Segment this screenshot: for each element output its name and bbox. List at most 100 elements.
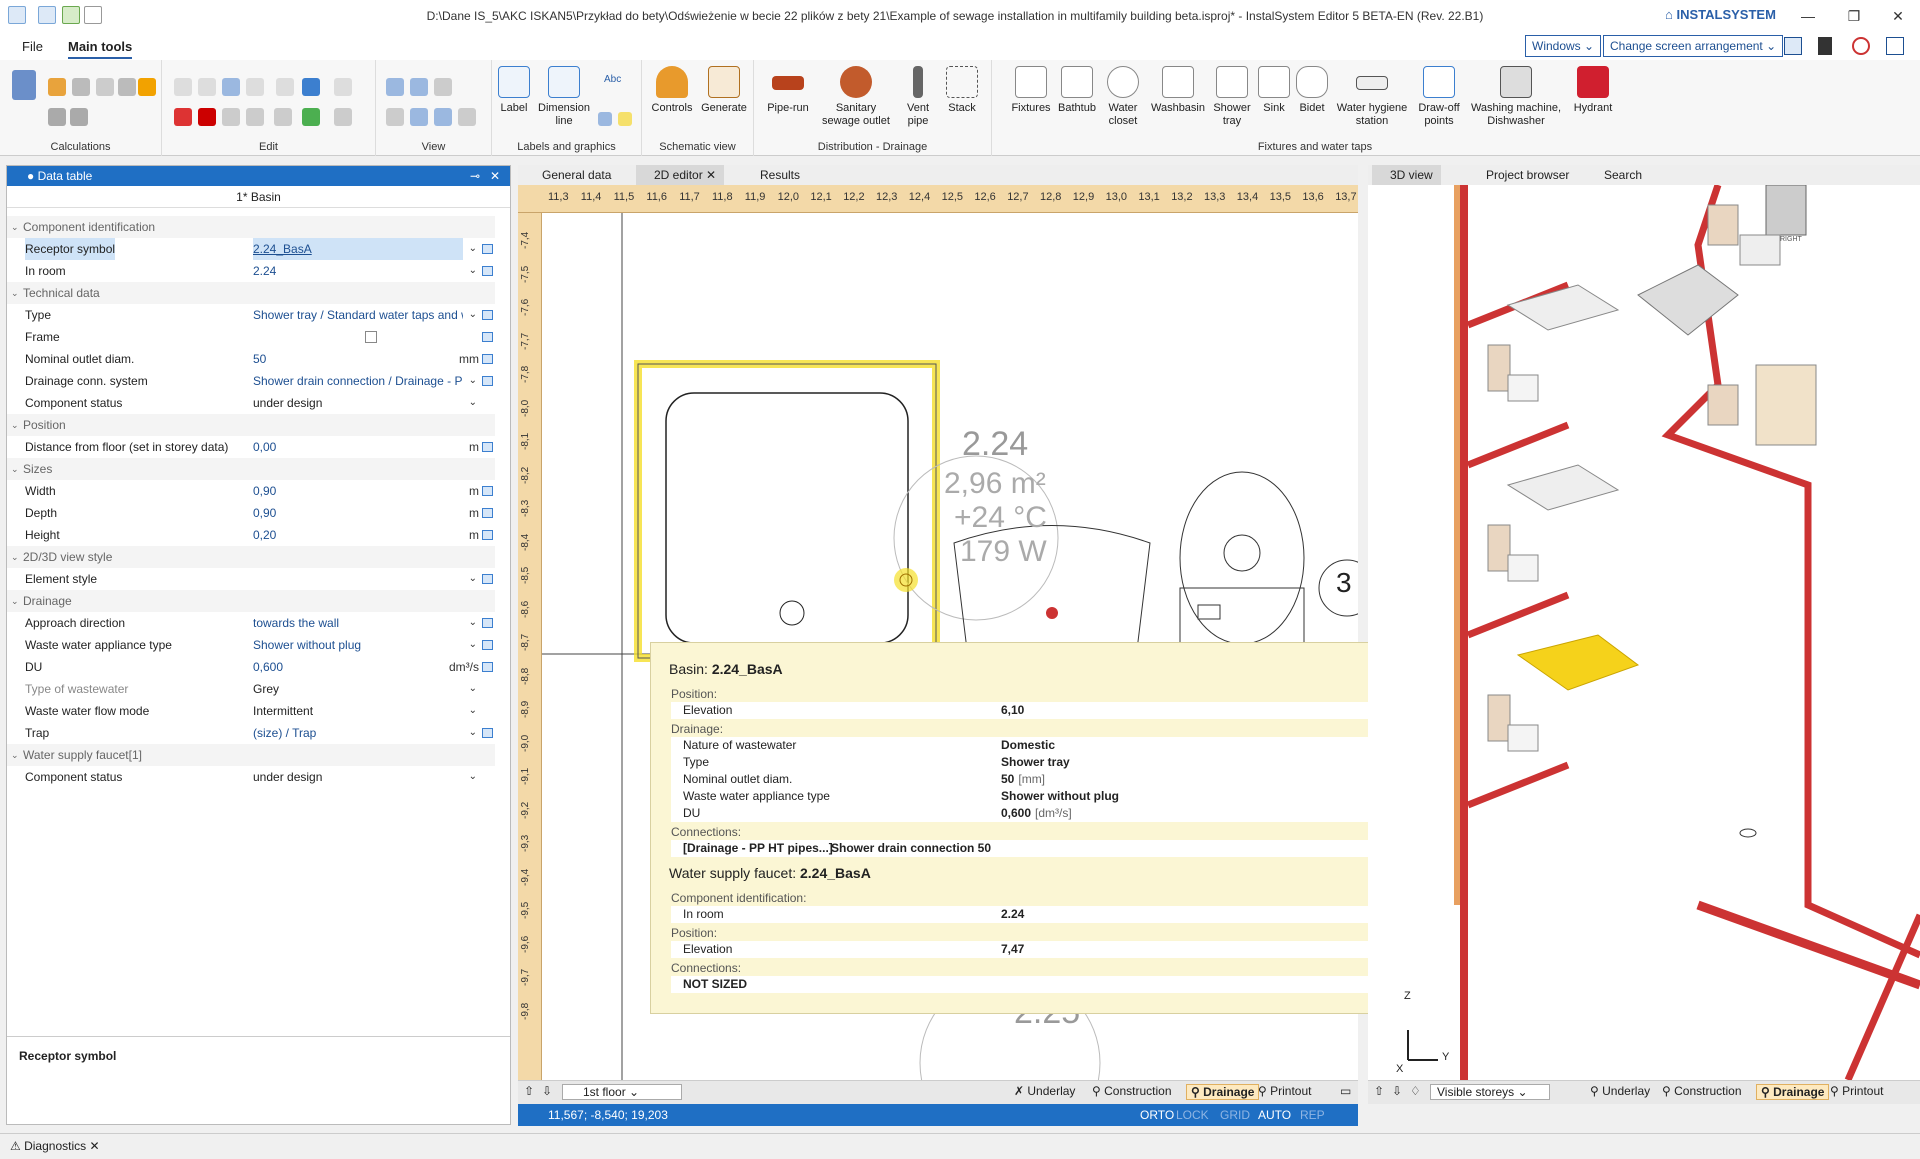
menu-main-tools[interactable]: Main tools <box>68 39 133 59</box>
collapse-icon[interactable]: ⌄ <box>11 414 19 436</box>
view-cube[interactable]: RIGHT <box>1780 236 1802 243</box>
pan-icon[interactable] <box>458 108 476 126</box>
edit-icon[interactable] <box>482 354 493 364</box>
collapse-icon[interactable]: ⌄ <box>11 744 19 766</box>
layer-printout[interactable]: ⚲ Printout <box>1830 1084 1883 1098</box>
sanitary-outlet-button[interactable]: Sanitary sewage outlet <box>816 66 896 128</box>
cut-icon[interactable] <box>174 108 192 126</box>
layer-construction[interactable]: ⚲ Construction <box>1662 1084 1742 1098</box>
property-value[interactable]: Shower without plug <box>253 634 463 656</box>
tab-results[interactable]: Results <box>742 165 808 185</box>
property-value[interactable]: Grey <box>253 678 463 700</box>
rep-toggle[interactable]: REP <box>1300 1104 1325 1126</box>
shower-tray-button[interactable]: Shower tray <box>1210 66 1254 128</box>
property-row[interactable]: Height 0,20 m <box>7 524 495 546</box>
layer-underlay[interactable]: ✗ Underlay <box>1014 1084 1075 1098</box>
undo-icon[interactable] <box>222 78 240 96</box>
arrow-icon[interactable] <box>302 78 320 96</box>
restore-button[interactable]: ❐ <box>1834 5 1874 27</box>
chevron-down-icon[interactable]: ⌄ <box>469 766 477 788</box>
delete-icon[interactable] <box>198 108 216 126</box>
app-icon[interactable] <box>8 6 26 24</box>
chevron-down-icon[interactable]: ⌄ <box>469 678 477 700</box>
edit-icon[interactable] <box>482 442 493 452</box>
property-row[interactable]: Width 0,90 m <box>7 480 495 502</box>
property-row[interactable]: Nominal outlet diam. 50 mm <box>7 348 495 370</box>
collapse-icon[interactable]: ⌄ <box>11 546 19 568</box>
device-icon[interactable] <box>1818 37 1832 55</box>
property-value[interactable]: 0,20 <box>253 524 463 546</box>
fixtures-button[interactable]: Fixtures <box>1008 66 1054 115</box>
tab-2d-editor[interactable]: 2D editor ✕ <box>636 165 725 185</box>
chevron-down-icon[interactable]: ⌄ <box>469 700 477 722</box>
edit-icon[interactable] <box>482 332 493 342</box>
storey-down-button[interactable]: ⇩ <box>1392 1084 1402 1098</box>
storey-up-button[interactable]: ⇧ <box>1374 1084 1384 1098</box>
property-row[interactable]: Type of wastewater Grey ⌄ <box>7 678 495 700</box>
property-value[interactable]: Shower tray / Standard water taps and w <box>253 304 463 326</box>
zoom-window-icon[interactable] <box>434 78 452 96</box>
minimize-button[interactable]: — <box>1788 5 1828 27</box>
close-icon[interactable]: ✕ <box>706 168 716 182</box>
layer-drainage[interactable]: ⚲ Drainage <box>1186 1084 1260 1100</box>
storey-up-button[interactable]: ⇧ <box>524 1084 534 1098</box>
edit-icon[interactable] <box>482 662 493 672</box>
diagnostics-tab[interactable]: ⚠ Diagnostics ✕ <box>10 1139 100 1153</box>
edit-icon[interactable] <box>482 728 493 738</box>
layout-icon[interactable] <box>1784 37 1802 55</box>
water-closet-button[interactable]: Water closet <box>1100 66 1146 128</box>
property-row[interactable]: DU 0,600 dm³/s <box>7 656 495 678</box>
dimension-line-button[interactable]: Dimension line <box>534 66 594 128</box>
calc-icon[interactable] <box>12 70 36 100</box>
storey-down-button[interactable]: ⇩ <box>542 1084 552 1098</box>
edit-icon[interactable] <box>482 618 493 628</box>
calc-tool-icon[interactable] <box>72 78 90 96</box>
edit-icon[interactable] <box>246 78 264 96</box>
edit-icon[interactable] <box>246 108 264 126</box>
property-row[interactable]: Distance from floor (set in storey data)… <box>7 436 495 458</box>
chevron-down-icon[interactable]: ⌄ <box>469 260 477 282</box>
layer-construction[interactable]: ⚲ Construction <box>1092 1084 1172 1098</box>
property-row[interactable]: Trap (size) / Trap ⌄ <box>7 722 495 744</box>
property-value[interactable]: 0,600 <box>253 656 463 678</box>
graphics-icon[interactable] <box>598 112 612 126</box>
property-row[interactable]: Approach direction towards the wall ⌄ <box>7 612 495 634</box>
auto-toggle[interactable]: AUTO <box>1258 1104 1291 1126</box>
chevron-down-icon[interactable]: ⌄ <box>469 722 477 744</box>
zoom-extents-icon[interactable] <box>386 108 404 126</box>
arrangement-dropdown[interactable]: Change screen arrangement ⌄ <box>1603 35 1784 57</box>
generate-button[interactable]: Generate <box>698 66 750 115</box>
open-icon[interactable] <box>62 6 80 24</box>
property-row[interactable]: Component status under design ⌄ <box>7 392 495 414</box>
property-value[interactable]: towards the wall <box>253 612 463 634</box>
property-value[interactable]: (size) / Trap <box>253 722 463 744</box>
property-row[interactable]: Type Shower tray / Standard water taps an… <box>7 304 495 326</box>
layer-drainage[interactable]: ⚲ Drainage <box>1756 1084 1830 1100</box>
property-value[interactable]: under design <box>253 766 463 788</box>
refresh-icon[interactable] <box>302 108 320 126</box>
edit-icon[interactable] <box>334 108 352 126</box>
edit-icon[interactable] <box>482 310 493 320</box>
label-button[interactable]: Label <box>496 66 532 115</box>
chevron-down-icon[interactable]: ⌄ <box>469 612 477 634</box>
property-value[interactable]: under design <box>253 392 463 414</box>
windows-dropdown[interactable]: Windows ⌄ <box>1525 35 1602 57</box>
layer-underlay[interactable]: ⚲ Underlay <box>1590 1084 1650 1098</box>
property-value[interactable]: Intermittent <box>253 700 463 722</box>
tab-project-browser[interactable]: Project browser <box>1468 165 1577 185</box>
property-section[interactable]: Position ⌄ <box>7 414 495 436</box>
property-row[interactable]: Waste water appliance type Shower without… <box>7 634 495 656</box>
edit-icon[interactable] <box>482 530 493 540</box>
bidet-button[interactable]: Bidet <box>1294 66 1330 115</box>
property-section[interactable]: Drainage ⌄ <box>7 590 495 612</box>
zoom-icon[interactable] <box>434 108 452 126</box>
zoom-in-icon[interactable] <box>386 78 404 96</box>
property-value[interactable]: 50 <box>253 348 463 370</box>
collapse-icon[interactable]: ⌄ <box>11 282 19 304</box>
paste-icon[interactable] <box>198 78 216 96</box>
note-icon[interactable] <box>618 112 632 126</box>
property-value[interactable]: 0,00 <box>253 436 463 458</box>
property-value[interactable]: 2.24 <box>253 260 463 282</box>
property-row[interactable]: Waste water flow mode Intermittent ⌄ <box>7 700 495 722</box>
menu-file[interactable]: File <box>22 39 43 54</box>
